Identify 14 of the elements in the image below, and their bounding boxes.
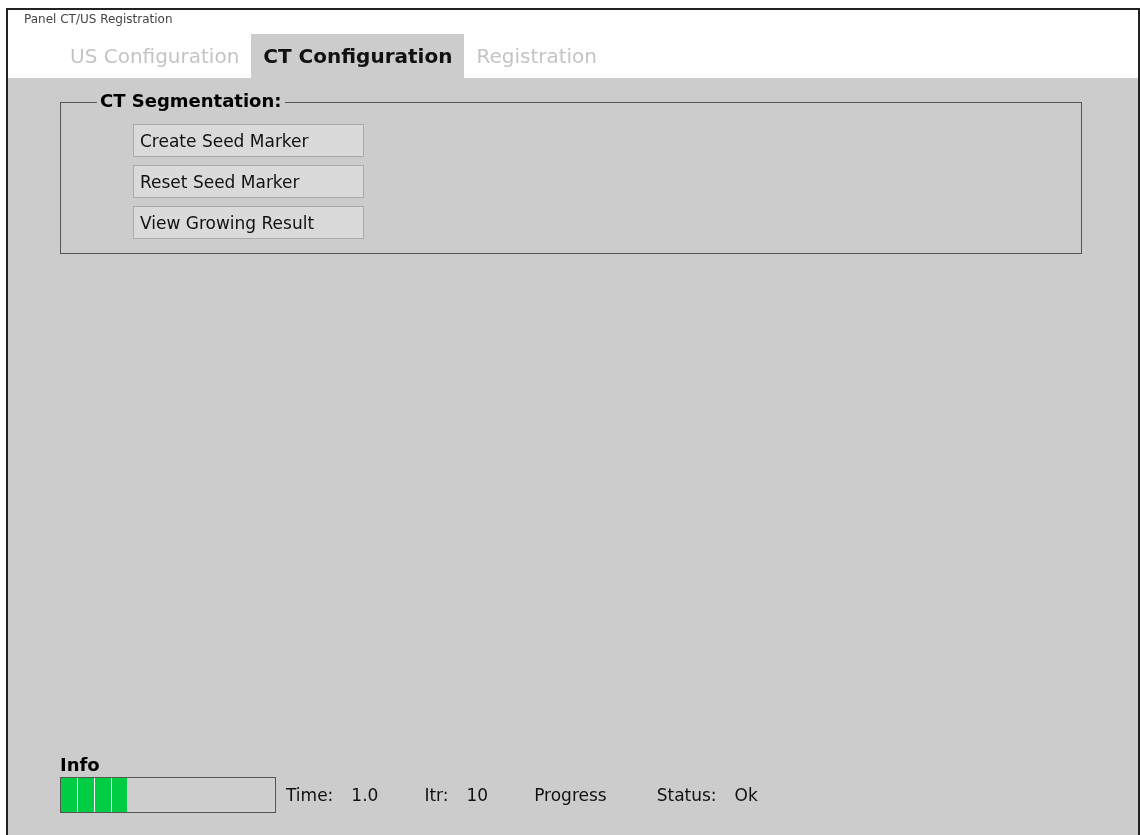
- action-button[interactable]: View Growing Result: [133, 206, 364, 239]
- info-value: 1.0: [351, 785, 379, 805]
- action-button[interactable]: Create Seed Marker: [133, 124, 364, 157]
- group-title: CT Segmentation:: [97, 90, 285, 111]
- info-label: Status:: [656, 785, 717, 805]
- tab[interactable]: CT Configuration: [251, 34, 465, 78]
- info-label: Time:: [286, 785, 334, 805]
- info-value: Ok: [734, 785, 758, 805]
- info-label: Progress: [534, 785, 607, 805]
- info-value: 10: [466, 785, 489, 805]
- info-label: Itr:: [424, 785, 449, 805]
- info-title: Info: [60, 754, 101, 775]
- action-button[interactable]: Reset Seed Marker: [133, 165, 364, 198]
- window-title: Panel CT/US Registration: [23, 11, 174, 28]
